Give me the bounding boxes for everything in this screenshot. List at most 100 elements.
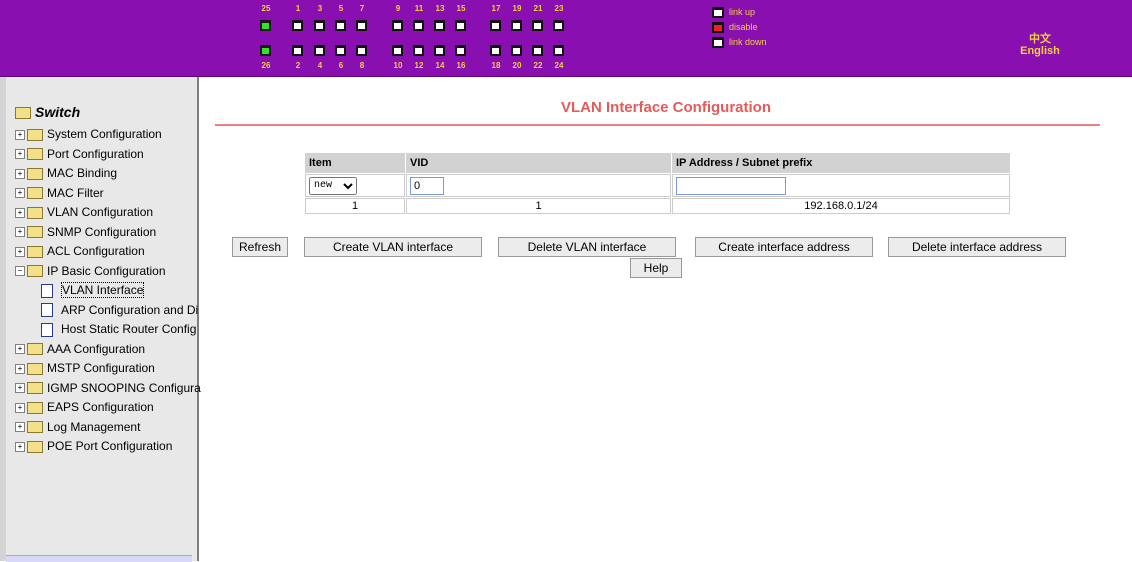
refresh-button[interactable]: Refresh [232,237,288,257]
sidebar-item[interactable]: + System Configuration [15,125,162,143]
port-number-top: 21 [533,4,543,13]
sidebar-item[interactable]: ARP Configuration and Di [41,301,198,319]
sidebar-item[interactable]: + Port Configuration [15,145,144,163]
expand-icon[interactable]: + [15,441,25,452]
port-number-bottom: 24 [554,61,564,70]
delete-interface-address-button[interactable]: Delete interface address [888,237,1066,257]
expand-icon[interactable]: + [15,402,25,413]
sidebar-item[interactable]: + Log Management [15,418,140,436]
column-header-ip: IP Address / Subnet prefix [672,153,1010,173]
sidebar-item[interactable]: − IP Basic Configuration [15,262,166,280]
tree-root-switch[interactable]: Switch [15,104,80,120]
sidebar-item-label: ARP Configuration and Di [61,302,199,317]
expand-icon[interactable]: + [15,129,25,140]
port-icon[interactable] [532,20,543,31]
sidebar-item[interactable]: Host Static Router Config [41,320,196,338]
lang-english-link[interactable]: English [1000,45,1080,57]
expand-icon[interactable]: + [15,168,25,179]
port-icon[interactable] [413,20,424,31]
port-icon[interactable] [553,45,564,56]
delete-vlan-interface-button[interactable]: Delete VLAN interface [498,237,676,257]
sidebar-item-label: IGMP SNOOPING Configura [47,380,201,395]
port-icon[interactable] [292,45,303,56]
port-number-bottom: 16 [456,61,466,70]
sidebar-item-label: System Configuration [47,127,162,141]
port-icon[interactable] [356,45,367,56]
sidebar-item-label: AAA Configuration [47,341,146,356]
port-icon[interactable] [511,20,522,31]
sidebar-item[interactable]: + SNMP Configuration [15,223,156,241]
port-icon[interactable] [511,45,522,56]
sidebar-item[interactable]: + AAA Configuration [15,340,145,358]
port-up-icon [712,7,724,18]
port-icon[interactable] [260,45,271,56]
sidebar-item[interactable]: + EAPS Configuration [15,398,154,416]
sidebar-item[interactable]: + MAC Filter [15,184,104,202]
sidebar-item-label: POE Port Configuration [47,439,173,453]
expand-icon[interactable]: + [15,207,25,218]
lang-chinese-link[interactable]: 中文 [1000,30,1080,46]
sidebar-item[interactable]: + MSTP Configuration [15,359,155,377]
port-number-top: 15 [456,4,466,13]
port-icon[interactable] [314,20,325,31]
folder-icon [27,401,43,414]
port-icon[interactable] [260,20,271,31]
port-icon[interactable] [490,45,501,56]
port-icon[interactable] [490,20,501,31]
sidebar-item[interactable]: + POE Port Configuration [15,437,172,455]
sidebar-item-label: VLAN Interface [61,282,145,298]
ip-address-input[interactable] [676,176,786,195]
folder-icon [27,382,43,395]
port-icon[interactable] [314,45,325,56]
sidebar-item[interactable]: + ACL Configuration [15,242,145,260]
collapse-icon[interactable]: − [15,266,25,277]
port-number-bottom: 4 [317,61,323,70]
expand-icon[interactable]: + [15,149,25,160]
expand-icon[interactable]: + [15,383,25,394]
create-interface-address-button[interactable]: Create interface address [695,237,873,257]
sidebar-item[interactable]: + MAC Binding [15,164,117,182]
item-select[interactable]: new [309,176,357,195]
port-number-top: 7 [359,4,365,13]
create-vlan-interface-button[interactable]: Create VLAN interface [304,237,482,257]
expand-icon[interactable]: + [15,363,25,374]
sidebar-item[interactable]: + IGMP SNOOPING Configura [15,379,201,397]
port-disabled-icon [712,22,724,33]
legend-disable-label: disable [729,22,758,32]
port-number-bottom: 14 [435,61,445,70]
port-number-bottom: 6 [338,61,344,70]
port-icon[interactable] [335,20,346,31]
help-button[interactable]: Help [630,258,682,278]
column-header-item: Item [305,153,405,173]
sidebar-item[interactable]: VLAN Interface [41,281,145,299]
expand-icon[interactable]: + [15,246,25,257]
sidebar-item-label: IP Basic Configuration [47,263,166,278]
title-divider [215,124,1100,126]
port-icon[interactable] [434,45,445,56]
vid-input[interactable] [410,176,444,195]
port-icon[interactable] [532,45,543,56]
port-icon[interactable] [392,20,403,31]
expand-icon[interactable]: + [15,422,25,433]
row-ip-value: 192.168.0.1/24 [672,198,1010,214]
port-icon[interactable] [455,45,466,56]
port-icon[interactable] [335,45,346,56]
port-icon[interactable] [392,45,403,56]
port-icon[interactable] [413,45,424,56]
port-icon[interactable] [356,20,367,31]
port-icon[interactable] [292,20,303,31]
sidebar-item-label: ACL Configuration [47,244,145,258]
sidebar-item[interactable]: + VLAN Configuration [15,203,153,221]
ip-cell [672,174,1010,197]
port-icon[interactable] [455,20,466,31]
port-number-bottom: 10 [393,61,403,70]
port-number-top: 5 [338,4,344,13]
expand-icon[interactable]: + [15,227,25,238]
expand-icon[interactable]: + [15,188,25,199]
port-icon[interactable] [434,20,445,31]
folder-icon [27,440,43,453]
port-number-top: 1 [295,4,301,13]
expand-icon[interactable]: + [15,344,25,355]
port-icon[interactable] [553,20,564,31]
port-down-icon [712,37,724,48]
